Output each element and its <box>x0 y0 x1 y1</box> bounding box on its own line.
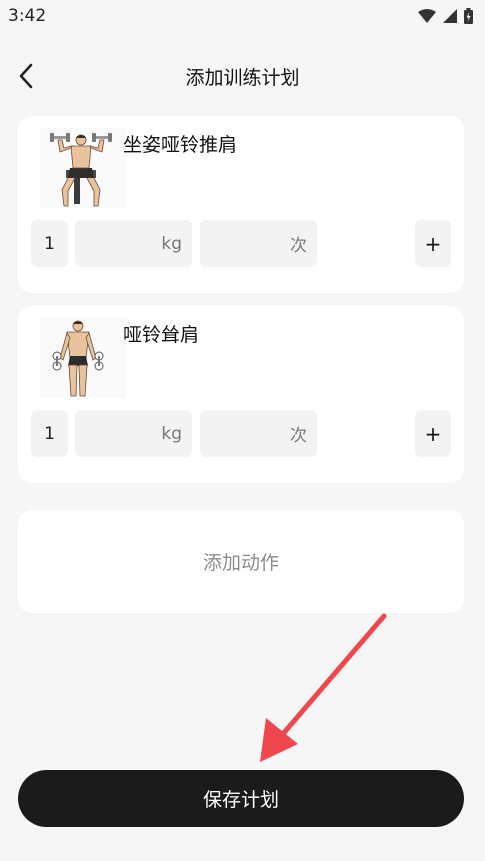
exercise-image <box>40 318 126 398</box>
page-title: 添加训练计划 <box>185 66 300 89</box>
battery-icon <box>464 8 473 24</box>
exercise-card: 坐姿哑铃推肩 1 kg 次 + <box>18 116 464 293</box>
header: 添加训练计划 <box>0 52 485 100</box>
status-icons <box>418 8 473 24</box>
set-row: 1 kg 次 + <box>31 410 451 457</box>
status-time: 3:42 <box>8 6 47 26</box>
exercise-image <box>40 128 126 208</box>
reps-input[interactable]: 次 <box>200 410 317 457</box>
save-plan-button[interactable]: 保存计划 <box>18 770 464 827</box>
exercise-name: 坐姿哑铃推肩 <box>123 134 238 156</box>
chevron-left-icon <box>19 63 33 89</box>
exercise-name: 哑铃耸肩 <box>123 324 200 346</box>
set-number: 1 <box>31 220 68 267</box>
set-number: 1 <box>31 410 68 457</box>
weight-input[interactable]: kg <box>75 220 192 267</box>
add-set-button[interactable]: + <box>415 410 451 457</box>
weight-input[interactable]: kg <box>75 410 192 457</box>
back-button[interactable] <box>8 58 44 94</box>
status-bar: 3:42 <box>0 0 485 32</box>
add-set-button[interactable]: + <box>415 220 451 267</box>
reps-input[interactable]: 次 <box>200 220 317 267</box>
wifi-icon <box>418 9 436 23</box>
set-row: 1 kg 次 + <box>31 220 451 267</box>
signal-icon <box>443 9 457 23</box>
exercise-card: 哑铃耸肩 1 kg 次 + <box>18 306 464 483</box>
add-exercise-button[interactable]: 添加动作 <box>18 510 464 613</box>
